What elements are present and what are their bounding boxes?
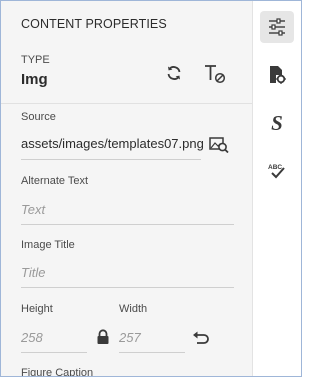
lock-icon[interactable] [95,328,111,346]
type-label: TYPE [21,54,50,66]
height-field[interactable] [21,326,87,353]
width-label: Width [119,303,148,315]
alt-text-label: Alternate Text [21,175,89,187]
source-label: Source [21,111,56,123]
style-icon[interactable]: S [260,107,294,139]
width-input[interactable] [119,326,185,348]
refresh-icon[interactable] [163,62,185,84]
height-label: Height [21,303,53,315]
type-value: Img [21,71,48,88]
figure-caption-label: Figure Caption [21,367,94,376]
right-toolbar: S ABC [252,1,301,376]
content-properties-panel: CONTENT PROPERTIES TYPE Img Source asset… [1,1,252,376]
alt-text-input[interactable] [21,198,234,220]
svg-text:ABC: ABC [268,164,282,171]
image-title-field[interactable] [21,261,234,288]
properties-sliders-icon[interactable] [260,11,294,43]
type-divider [1,103,252,104]
content-properties-window: CONTENT PROPERTIES TYPE Img Source asset… [0,0,302,377]
alt-text-field[interactable] [21,198,234,225]
source-value: assets/images/templates07.png [21,136,204,151]
source-field[interactable]: assets/images/templates07.png [21,133,204,160]
image-title-label: Image Title [21,239,75,251]
panel-heading: CONTENT PROPERTIES [21,17,167,31]
width-field[interactable] [119,326,185,353]
spellcheck-icon[interactable]: ABC [260,155,294,187]
image-title-input[interactable] [21,261,234,283]
clear-formatting-icon[interactable] [203,62,227,86]
reset-icon[interactable] [191,328,211,346]
browse-image-icon[interactable] [208,136,230,154]
document-settings-icon[interactable] [260,59,294,91]
height-input[interactable] [21,326,87,348]
